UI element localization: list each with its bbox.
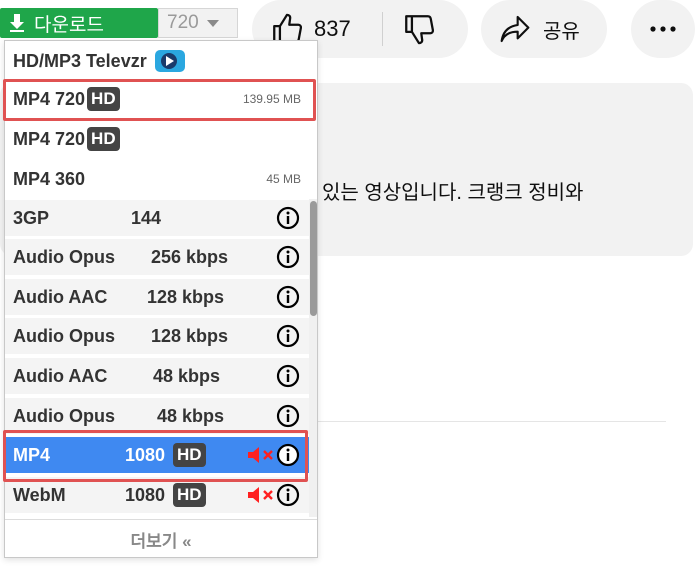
highlight-box-mp4-720 xyxy=(3,79,316,121)
format-item-mp4-360[interactable]: MP4 360 45 MB xyxy=(5,161,309,197)
format-item-opus-128[interactable]: Audio Opus 128 kbps xyxy=(5,318,309,354)
hd-badge: HD xyxy=(173,483,206,507)
televzr-header-item[interactable]: HD/MP3 Televzr xyxy=(5,43,309,79)
format-label: MP4 360 xyxy=(13,168,86,189)
format-item-opus-48[interactable]: Audio Opus 48 kbps xyxy=(5,398,309,434)
quality-label: 48 kbps xyxy=(153,365,221,386)
more-actions-button[interactable] xyxy=(631,0,695,58)
more-horizontal-icon xyxy=(650,26,676,32)
hd-badge: HD xyxy=(87,127,120,151)
info-icon[interactable] xyxy=(276,364,300,388)
info-icon[interactable] xyxy=(276,285,300,309)
quality-label: 128 kbps xyxy=(147,286,225,307)
like-count: 837 xyxy=(314,16,351,41)
quality-label: 256 kbps xyxy=(151,246,229,267)
format-item-opus-256[interactable]: Audio Opus 256 kbps xyxy=(5,239,309,275)
format-label: Audio Opus xyxy=(13,246,115,267)
format-item-aac-48[interactable]: Audio AAC 48 kbps xyxy=(5,358,309,394)
scrollbar-thumb[interactable] xyxy=(310,201,317,316)
quality-select[interactable]: 720 xyxy=(158,8,238,38)
format-label: Audio AAC xyxy=(13,286,108,307)
format-label: 3GP xyxy=(13,207,50,228)
quality-label: 144 xyxy=(131,207,162,228)
dislike-button[interactable] xyxy=(402,0,436,58)
format-label: Audio Opus xyxy=(13,405,115,426)
share-button[interactable]: 공유 xyxy=(481,0,607,58)
muted-audio-icon xyxy=(248,487,273,503)
info-icon[interactable] xyxy=(276,483,300,507)
info-icon[interactable] xyxy=(276,324,300,348)
format-item-mp4-720[interactable]: MP4 720 HD xyxy=(5,121,309,157)
info-icon[interactable] xyxy=(276,206,300,230)
info-icon[interactable] xyxy=(276,245,300,269)
share-label: 공유 xyxy=(543,20,580,43)
format-item-3gp-144[interactable]: 3GP 144 xyxy=(5,200,309,236)
quality-value: 720 xyxy=(167,12,199,33)
thumbs-down-icon xyxy=(405,15,435,45)
format-label: Audio Opus xyxy=(13,325,115,346)
info-icon[interactable] xyxy=(276,404,300,428)
quality-label: 128 kbps xyxy=(151,325,229,346)
divider-line xyxy=(318,421,666,422)
share-arrow-icon xyxy=(500,15,530,43)
format-label: MP4 720 xyxy=(13,128,86,149)
highlight-box-mp4-1080 xyxy=(3,430,308,482)
show-more-label: 더보기 « xyxy=(130,531,192,551)
quality-label: 48 kbps xyxy=(157,405,225,426)
like-divider xyxy=(382,12,383,46)
quality-label: 1080 xyxy=(125,484,166,505)
show-more-button[interactable]: 더보기 « xyxy=(5,519,317,557)
download-button[interactable]: 다운로드 xyxy=(0,8,158,38)
description-text: 있는 영상입니다. 크랭크 정비와 xyxy=(322,182,584,204)
download-label: 다운로드 xyxy=(34,14,104,36)
format-item-webm-1080[interactable]: WebM 1080 HD xyxy=(5,477,309,513)
download-arrow-icon xyxy=(0,14,34,32)
file-size: 45 MB xyxy=(266,172,301,186)
format-item-aac-128[interactable]: Audio AAC 128 kbps xyxy=(5,279,309,315)
televzr-label: HD/MP3 Televzr xyxy=(13,50,147,71)
format-label: WebM xyxy=(13,484,66,505)
televzr-logo-icon xyxy=(154,50,185,72)
format-label: Audio AAC xyxy=(13,365,108,386)
chevron-down-icon xyxy=(206,19,219,27)
